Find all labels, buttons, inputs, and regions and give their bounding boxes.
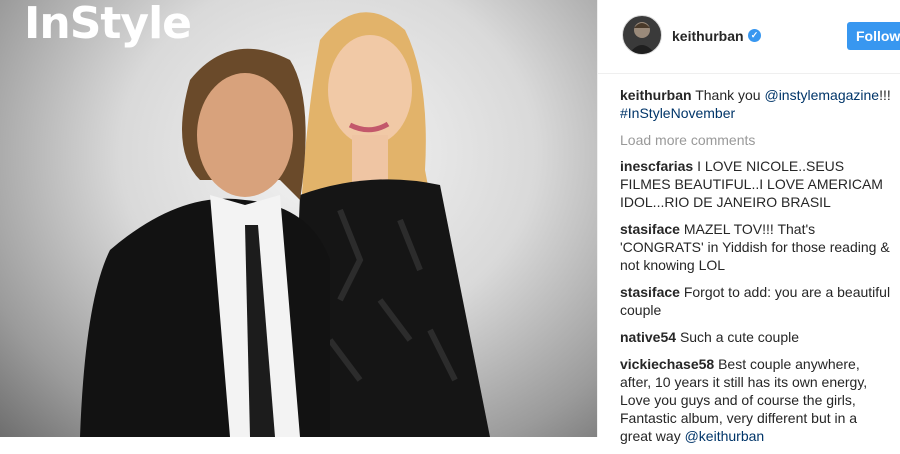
comment: inescfarias I LOVE NICOLE..SEUS FILMES B… <box>620 157 892 211</box>
comment-text: Such a cute couple <box>679 329 800 345</box>
caption-username[interactable]: keithurban <box>620 87 692 103</box>
comment: stasiface Forgot to add: you are a beaut… <box>620 283 892 319</box>
comment-username[interactable]: native54 <box>620 329 676 345</box>
comment: native54 Such a cute couple <box>620 328 892 346</box>
follow-button[interactable]: Follow <box>847 22 900 50</box>
instyle-logo: InStyle <box>24 0 192 49</box>
photo-illustration <box>80 12 490 437</box>
post-photo[interactable]: InStyle <box>0 0 597 437</box>
comment: vickiechase58 Best couple anywhere, afte… <box>620 355 892 445</box>
caption-text: Thank you <box>695 87 765 103</box>
caption-hashtag[interactable]: #InStyleNovember <box>620 105 735 121</box>
comment-mention[interactable]: @keithurban <box>685 428 765 444</box>
comment-username[interactable]: stasiface <box>620 221 680 237</box>
avatar[interactable] <box>622 15 662 55</box>
comment-username[interactable]: stasiface <box>620 284 680 300</box>
caption-mention[interactable]: @instylemagazine <box>764 87 879 103</box>
verified-badge-icon: ✓ <box>748 29 761 42</box>
post-username[interactable]: keithurban <box>672 28 744 44</box>
comment-username[interactable]: inescfarias <box>620 158 693 174</box>
load-more-comments[interactable]: Load more comments <box>620 131 892 149</box>
caption: keithurban Thank you @instylemagazine!!!… <box>620 86 892 122</box>
comments-list: keithurban Thank you @instylemagazine!!!… <box>620 86 892 454</box>
comment-username[interactable]: vickiechase58 <box>620 356 714 372</box>
post-header: keithurban ✓ Follow <box>598 0 900 74</box>
comments-panel: keithurban ✓ Follow keithurban Thank you… <box>598 0 900 444</box>
comment: stasiface MAZEL TOV!!! That's 'CONGRATS'… <box>620 220 892 274</box>
caption-exclaim: !!! <box>879 87 891 103</box>
